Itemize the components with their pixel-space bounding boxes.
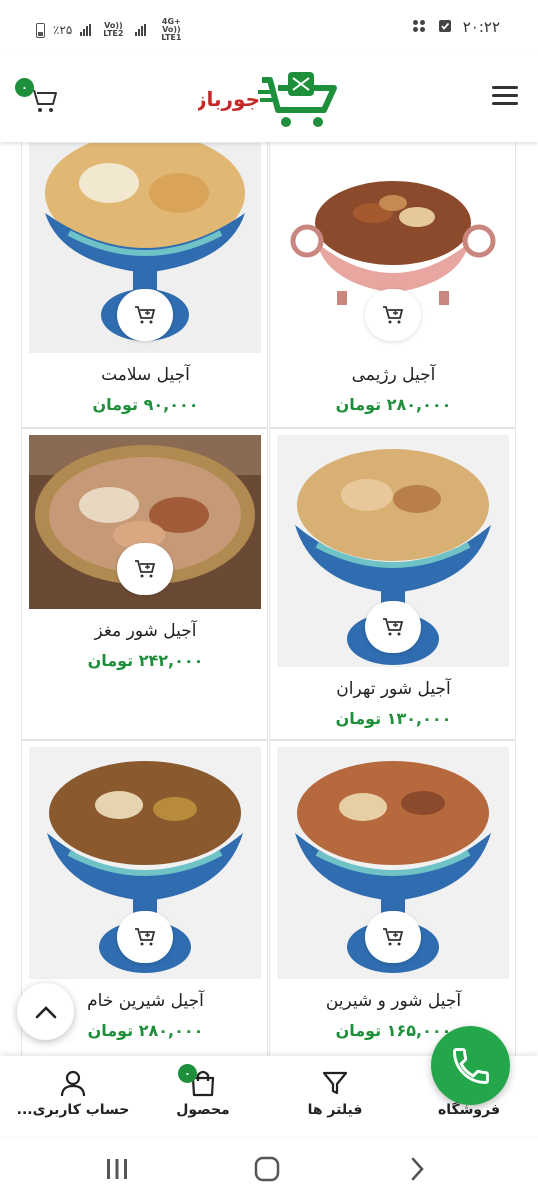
- nav-product-label: محصول: [176, 1102, 230, 1118]
- product-name[interactable]: آجیل شور تهران: [270, 679, 517, 699]
- add-to-cart-icon: [383, 928, 404, 946]
- product-name[interactable]: آجیل سلامت: [22, 365, 269, 385]
- user-icon: [60, 1070, 86, 1097]
- add-to-cart-button[interactable]: [365, 601, 421, 653]
- nav-filters[interactable]: فیلتر ها: [268, 1056, 402, 1136]
- signal-icon: [80, 24, 92, 36]
- nav-filters-label: فیلتر ها: [307, 1102, 363, 1118]
- product-card[interactable]: آجیل شور مغز ۲۴۲,۰۰۰ تومان: [21, 428, 268, 740]
- menu-icon: [492, 86, 518, 89]
- product-grid: آجیل رژیمی ۲۸۰,۰۰۰ تومان آجیل سلامت ۹۰,۰…: [21, 142, 517, 1056]
- add-to-cart-icon: [135, 306, 156, 324]
- scroll-to-top-button[interactable]: [17, 983, 74, 1040]
- network-label-2: 4G+ Vo)) LTE1: [161, 17, 182, 42]
- nav-account-label: حساب کاربری...: [16, 1102, 130, 1118]
- home-icon[interactable]: [252, 1154, 282, 1184]
- notification-icons: [412, 19, 452, 33]
- product-price: ۲۴۲,۰۰۰ تومان: [87, 651, 204, 670]
- apps-icon: [413, 20, 425, 32]
- cart-count-badge: ۰: [15, 78, 34, 97]
- cart-button[interactable]: ۰: [15, 78, 60, 116]
- product-card[interactable]: آجیل رژیمی ۲۸۰,۰۰۰ تومان: [269, 142, 516, 428]
- recent-apps-icon[interactable]: [102, 1154, 132, 1184]
- add-to-cart-icon: [383, 306, 404, 324]
- status-bar: ٪۲۵ Vo)) LTE2 4G+ Vo)) LTE1 ۲۰:۲۲: [0, 0, 538, 56]
- checkbox-icon: [439, 20, 451, 32]
- product-name[interactable]: آجیل رژیمی: [270, 365, 517, 385]
- app-header: ۰ جوربازار: [0, 56, 538, 142]
- product-name[interactable]: آجیل شور و شیرین: [270, 991, 517, 1011]
- nav-account[interactable]: حساب کاربری...: [6, 1056, 140, 1136]
- add-to-cart-icon: [135, 560, 156, 578]
- product-name[interactable]: آجیل شور مغز: [22, 621, 269, 641]
- nav-product[interactable]: ۰ محصول: [136, 1056, 270, 1136]
- status-left: ٪۲۵ Vo)) LTE2 4G+ Vo)) LTE1: [36, 18, 188, 42]
- phone-icon: [452, 1047, 489, 1084]
- add-to-cart-icon: [135, 928, 156, 946]
- site-logo[interactable]: جوربازار: [176, 66, 343, 134]
- product-card[interactable]: آجیل شور و شیرین ۱۶۵,۰۰۰ تومان: [269, 740, 516, 1056]
- network-label-1: Vo)) LTE2: [103, 21, 124, 38]
- logo-text: جوربازار: [198, 87, 260, 111]
- add-to-cart-button[interactable]: [117, 911, 173, 963]
- add-to-cart-icon: [383, 618, 404, 636]
- system-navigation-bar: [0, 1136, 538, 1200]
- battery-level: ٪۲۵: [53, 23, 73, 37]
- product-price: ۱۳۰,۰۰۰ تومان: [335, 709, 452, 728]
- menu-button[interactable]: [492, 86, 518, 108]
- add-to-cart-button[interactable]: [365, 911, 421, 963]
- filter-icon: [322, 1071, 348, 1095]
- battery-icon: [36, 22, 45, 38]
- add-to-cart-button[interactable]: [117, 289, 173, 341]
- add-to-cart-button[interactable]: [117, 543, 173, 595]
- product-price: ۲۸۰,۰۰۰ تومان: [335, 395, 452, 414]
- status-time: ۲۰:۲۲: [462, 18, 500, 36]
- chevron-up-icon: [35, 1005, 56, 1018]
- signal-icon-2: [135, 24, 147, 36]
- product-card[interactable]: آجیل سلامت ۹۰,۰۰۰ تومان: [21, 142, 268, 428]
- product-card[interactable]: آجیل شور تهران ۱۳۰,۰۰۰ تومان: [269, 428, 516, 740]
- product-price: ۹۰,۰۰۰ تومان: [92, 395, 199, 414]
- product-count-badge: ۰: [178, 1064, 197, 1083]
- call-button[interactable]: [431, 1026, 510, 1105]
- back-icon[interactable]: [402, 1154, 432, 1184]
- logo-graphic: جوربازار: [176, 72, 337, 127]
- add-to-cart-button[interactable]: [365, 289, 421, 341]
